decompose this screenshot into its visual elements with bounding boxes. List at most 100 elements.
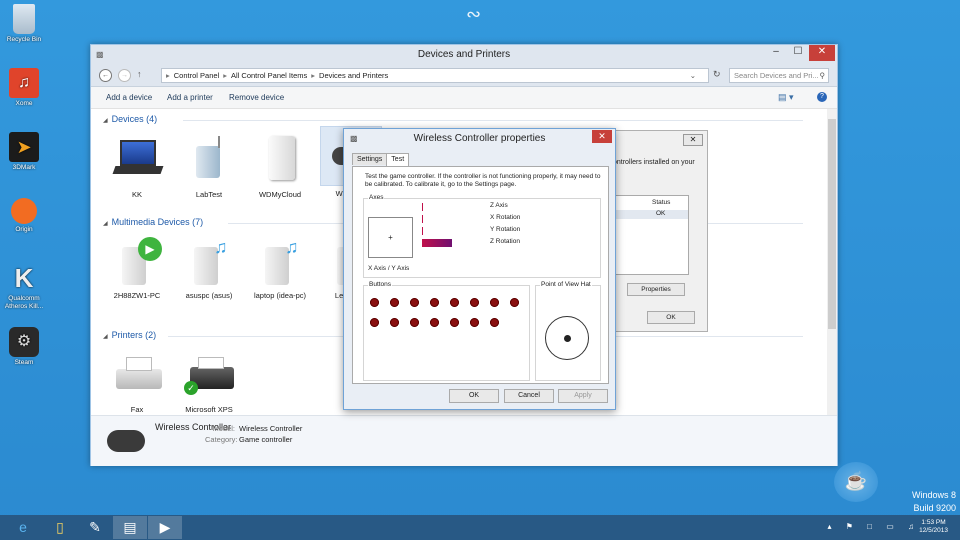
laptop-icon <box>112 136 164 186</box>
minimize-button[interactable]: – <box>765 45 787 61</box>
controller-button-indicator <box>390 298 399 307</box>
properties-button[interactable]: Properties <box>627 283 685 296</box>
maximize-button[interactable]: ☐ <box>787 45 809 61</box>
headphones-icon: ♫ <box>9 68 39 98</box>
add-printer-button[interactable]: Add a printer <box>167 93 213 102</box>
apply-button[interactable]: Apply <box>558 389 608 403</box>
origin-icon <box>11 198 37 224</box>
vertical-scrollbar[interactable] <box>827 109 837 415</box>
section-title: Printers (2) <box>111 330 157 340</box>
section-printers[interactable]: ◢ Printers (2) <box>103 330 803 340</box>
device-laptop-idea-pc[interactable]: ♫ laptop (idea-pc) <box>249 237 311 300</box>
bg-dialog-text: ontrollers installed on your <box>613 159 695 166</box>
controller-button-indicator <box>390 318 399 327</box>
axis-bar <box>422 203 452 211</box>
pov-hat-group: Point of View Hat <box>535 281 601 381</box>
device-label: 2H88ZW1-PC <box>113 291 161 300</box>
controller-button-indicator <box>410 298 419 307</box>
bg-dialog-close-button[interactable]: ✕ <box>683 134 703 146</box>
device-microsoft-xps[interactable]: ✓ Microsoft XPS <box>178 351 240 414</box>
game-controllers-icon[interactable]: ▶ <box>148 516 182 539</box>
desktop-icon-xome[interactable]: ♫ Xome <box>2 68 46 108</box>
desktop-icon-label: Recycle Bin <box>6 36 42 43</box>
axis-bar <box>422 227 452 235</box>
media-pc-icon: ▶ <box>112 237 162 287</box>
add-device-button[interactable]: Add a device <box>106 93 152 102</box>
bg-ok-button[interactable]: OK <box>647 311 695 324</box>
back-button[interactable]: ← <box>99 69 112 82</box>
breadcrumb[interactable]: ▸ Control Panel ▸ All Control Panel Items ▸ D… <box>161 68 709 83</box>
axis-bar-fill <box>422 203 423 211</box>
controller-button-indicator <box>490 318 499 327</box>
axis-bar <box>422 239 452 247</box>
section-devices[interactable]: ◢ Devices (4) <box>103 114 803 124</box>
forward-button[interactable]: → <box>118 69 131 82</box>
breadcrumb-item[interactable]: Control Panel <box>174 71 219 80</box>
breadcrumb-item[interactable]: All Control Panel Items <box>231 71 307 80</box>
axis-bar <box>422 215 452 223</box>
search-input[interactable]: Search Devices and Pri... ⚲ <box>729 68 829 83</box>
breadcrumb-item[interactable]: Devices and Printers <box>319 71 388 80</box>
ok-button[interactable]: OK <box>449 389 499 403</box>
view-options-icon[interactable]: ▤ ▾ <box>778 92 794 103</box>
file-explorer-icon[interactable]: ▯ <box>43 516 77 539</box>
build-watermark-line2: Build 9200 <box>913 503 956 513</box>
device-fax[interactable]: Fax <box>106 351 168 414</box>
device-asuspc[interactable]: ♫ asuspc (asus) <box>178 237 240 300</box>
model-row: Model: Wireless Controller <box>205 424 302 433</box>
controller-list[interactable]: Status OK <box>615 195 689 275</box>
controller-row[interactable] <box>616 210 688 219</box>
status-header: Status <box>652 199 671 206</box>
desktop-icon-3dmark[interactable]: ➤ 3DMark <box>2 132 46 172</box>
device-wdmycloud[interactable]: WDMyCloud <box>249 136 311 199</box>
controller-button-indicator <box>370 298 379 307</box>
desktop-icon-steam[interactable]: ⚙ Steam <box>2 327 46 367</box>
close-button[interactable]: ✕ <box>809 45 835 61</box>
pov-hat-label: Point of View Hat <box>540 281 592 288</box>
xy-axis-marker: + <box>388 233 393 242</box>
tab-test[interactable]: Test <box>386 153 410 166</box>
controller-button-indicator <box>370 318 379 327</box>
controller-properties-dialog: ▩ Wireless Controller properties ✕ Setti… <box>343 128 616 410</box>
desktop-icon-label: Origin <box>15 226 33 233</box>
device-kk[interactable]: KK <box>106 136 168 199</box>
dialog-titlebar[interactable]: ▩ Wireless Controller properties ✕ <box>344 129 615 149</box>
remove-device-button[interactable]: Remove device <box>229 93 284 102</box>
category-key: Category: <box>205 435 238 444</box>
dialog-close-button[interactable]: ✕ <box>592 130 612 143</box>
collapse-icon[interactable]: ◢ <box>103 118 108 124</box>
desktop-icon-recycle-bin[interactable]: Recycle Bin <box>2 4 46 44</box>
steam-icon: ⚙ <box>9 327 39 357</box>
section-multimedia[interactable]: ◢ Multimedia Devices (7) <box>103 217 803 227</box>
model-key: Model: <box>212 424 235 433</box>
paint-icon[interactable]: ✎ <box>78 516 112 539</box>
help-icon[interactable]: ? <box>817 92 827 102</box>
command-bar: Add a device Add a printer Remove device… <box>91 87 837 109</box>
axis-bar-fill <box>422 239 452 247</box>
desktop-icon-label: 3DMark <box>12 164 36 171</box>
window-titlebar[interactable]: ▩ Devices and Printers – ☐ ✕ <box>91 45 837 65</box>
collapse-icon[interactable]: ◢ <box>103 221 108 227</box>
collapse-icon[interactable]: ◢ <box>103 334 108 340</box>
nas-drive-icon <box>255 136 305 186</box>
internet-explorer-icon[interactable]: e <box>6 516 40 539</box>
tab-settings[interactable]: Settings <box>352 153 388 165</box>
status-value: OK <box>656 210 666 217</box>
controller-button-indicator <box>450 318 459 327</box>
device-label: LabTest <box>195 190 223 199</box>
clock[interactable]: 1:53 PM 12/5/2013 <box>919 519 948 535</box>
desktop-icon-origin[interactable]: Origin <box>2 198 46 234</box>
device-labtest[interactable]: LabTest <box>178 136 240 199</box>
refresh-icon[interactable]: ↻ <box>713 69 721 80</box>
device-2h88zw1-pc[interactable]: ▶ 2H88ZW1-PC <box>106 237 168 300</box>
control-panel-icon[interactable]: ▤ <box>113 516 147 539</box>
up-button[interactable]: ↑ <box>137 69 142 79</box>
system-tray[interactable]: ▴ ⚑ □ ▭ ♫ <box>828 522 920 531</box>
scrollbar-thumb[interactable] <box>828 119 836 329</box>
search-icon: ⚲ <box>819 71 826 80</box>
chevron-down-icon[interactable]: ⌄ <box>690 69 696 82</box>
top-logo-icon: ∾ <box>466 4 482 24</box>
axis-label: Z Axis <box>490 202 508 209</box>
desktop-icon-qualcomm[interactable]: K Qualcomm Atheros Kill... <box>2 263 46 311</box>
cancel-button[interactable]: Cancel <box>504 389 554 403</box>
